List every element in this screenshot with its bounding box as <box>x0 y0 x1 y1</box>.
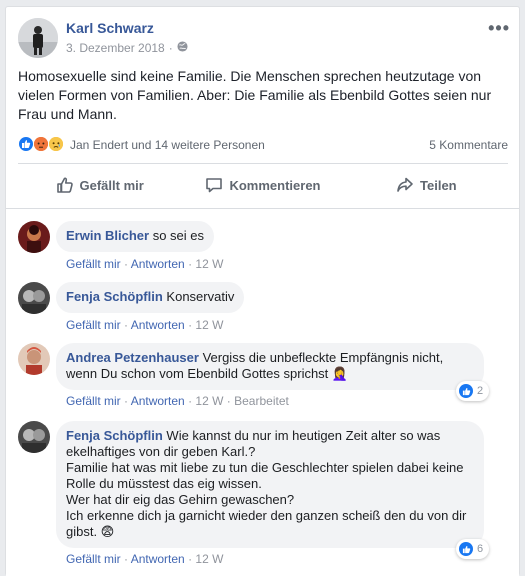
comment-text-line: Familie hat was mit liebe zu tun die Ges… <box>66 460 464 491</box>
thumbs-up-icon <box>56 177 73 193</box>
comment-reply-link[interactable]: Antworten <box>131 394 185 408</box>
post-date[interactable]: 3. Dezember 2018 <box>66 41 165 55</box>
comment-actions: Gefällt mir · Antworten · 12 W · Bearbei… <box>66 394 289 408</box>
dot-separator: · <box>124 318 129 332</box>
post-meta: 3. Dezember 2018 · <box>66 41 188 55</box>
comment-actions: Gefällt mir · Antworten · 12 W <box>66 318 223 332</box>
reactions-bar: Jan Endert und 14 weitere Personen 5 Kom… <box>18 135 508 155</box>
post-author-name[interactable]: Karl Schwarz <box>66 20 154 36</box>
comment-like-link[interactable]: Gefällt mir <box>66 394 121 408</box>
dot-separator: · <box>188 318 193 332</box>
comment-item: Erwin Blicher so sei es Gefällt mir · An… <box>18 221 498 271</box>
more-options-icon[interactable]: ••• <box>488 18 510 39</box>
like-reaction-icon <box>459 384 473 398</box>
post-header: Karl Schwarz 3. Dezember 2018 · ••• <box>18 18 510 60</box>
comment-count[interactable]: 5 Kommentare <box>429 138 508 152</box>
comment-actions: Gefällt mir · Antworten · 12 W <box>66 552 223 566</box>
commenter-name[interactable]: Fenja Schöpflin <box>66 289 163 304</box>
reactions-divider <box>18 163 508 164</box>
comment-item: Fenja Schöpflin Konservativ Gefällt mir … <box>18 282 498 332</box>
comment-time[interactable]: 12 W <box>195 552 223 566</box>
share-button[interactable]: Teilen <box>345 170 508 200</box>
commenter-avatar[interactable] <box>18 421 50 453</box>
author-avatar[interactable] <box>18 18 58 58</box>
comment-bubble: Erwin Blicher so sei es <box>56 221 215 252</box>
comment-text: Konservativ <box>166 289 235 304</box>
comment-like-badge[interactable]: 2 <box>456 381 490 401</box>
dot-separator: · <box>124 394 129 408</box>
like-count: 2 <box>477 385 484 397</box>
comment-actions: Gefällt mir · Antworten · 12 W <box>66 257 223 271</box>
dot-separator: · <box>124 257 129 271</box>
comment-time[interactable]: 12 W <box>195 394 223 408</box>
comment-time[interactable]: 12 W <box>195 318 223 332</box>
comment-item: Andrea Petzenhauser Vergiss die unbeflec… <box>18 343 498 413</box>
dot-separator: · <box>188 394 193 408</box>
comment-text: so sei es <box>152 228 205 243</box>
comment-bubble: Fenja Schöpflin Wie kannst du nur im heu… <box>56 421 484 548</box>
post-card: Karl Schwarz 3. Dezember 2018 · ••• Homo… <box>5 6 520 576</box>
comment-like-link[interactable]: Gefällt mir <box>66 257 121 271</box>
comment-button[interactable]: Kommentieren <box>181 170 344 200</box>
dot-separator: · <box>188 552 193 566</box>
comment-text-line: Wer hat dir eig das Gehirn gewaschen? <box>66 492 295 507</box>
dot-separator: · <box>188 257 193 271</box>
like-reaction-icon <box>18 136 34 152</box>
globe-icon <box>177 41 188 55</box>
share-icon <box>397 177 413 192</box>
comment-reply-link[interactable]: Antworten <box>131 552 185 566</box>
comment-bubble: Fenja Schöpflin Konservativ <box>56 282 245 313</box>
dot-separator: · <box>226 394 231 408</box>
like-reaction-icon <box>459 542 473 556</box>
comment-reply-link[interactable]: Antworten <box>131 257 185 271</box>
commenter-avatar[interactable] <box>18 282 50 314</box>
comment-button-label: Kommentieren <box>229 177 321 193</box>
comment-like-badge[interactable]: 6 <box>456 539 490 559</box>
commenter-name[interactable]: Andrea Petzenhauser <box>66 350 199 365</box>
comment-icon <box>206 178 223 193</box>
comment-like-link[interactable]: Gefällt mir <box>66 318 121 332</box>
sad-reaction-icon <box>48 136 64 152</box>
share-button-label: Teilen <box>420 177 457 193</box>
comment-time[interactable]: 12 W <box>195 257 223 271</box>
like-count: 6 <box>477 543 484 555</box>
commenter-avatar[interactable] <box>18 343 50 375</box>
comment-text-line: Ich erkenne dich ja garnicht wieder den … <box>66 508 467 539</box>
angry-reaction-icon <box>33 136 49 152</box>
dot-separator: · <box>124 552 129 566</box>
like-button[interactable]: Gefällt mir <box>18 170 181 200</box>
comment-reply-link[interactable]: Antworten <box>131 318 185 332</box>
edited-label[interactable]: Bearbeitet <box>234 394 289 408</box>
comment-bubble: Andrea Petzenhauser Vergiss die unbeflec… <box>56 343 484 390</box>
post-actions: Gefällt mir Kommentieren Teilen <box>18 170 508 200</box>
comment-like-link[interactable]: Gefällt mir <box>66 552 121 566</box>
comment-item: Fenja Schöpflin Wie kannst du nur im heu… <box>18 421 498 571</box>
like-button-label: Gefällt mir <box>79 177 144 193</box>
commenter-name[interactable]: Fenja Schöpflin <box>66 428 163 443</box>
post-text: Homosexuelle sind keine Familie. Die Men… <box>18 68 492 122</box>
meta-separator: · <box>168 41 173 55</box>
comments-section: Erwin Blicher so sei es Gefällt mir · An… <box>6 208 519 576</box>
commenter-name[interactable]: Erwin Blicher <box>66 228 149 243</box>
commenter-avatar[interactable] <box>18 221 50 253</box>
reactions-summary[interactable]: Jan Endert und 14 weitere Personen <box>70 138 265 152</box>
